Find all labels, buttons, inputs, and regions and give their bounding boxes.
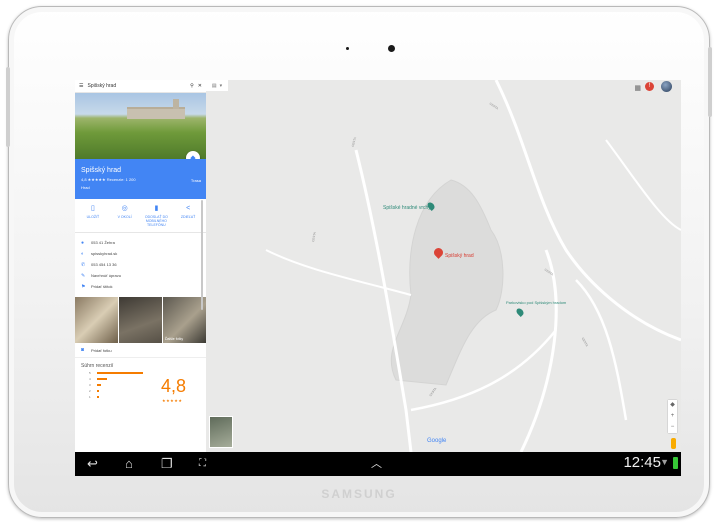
notifications-icon[interactable]: ! (645, 82, 654, 91)
photo-thumbnail[interactable] (75, 297, 118, 343)
add-label-text: Pridať štítok (91, 284, 113, 289)
compass-icon[interactable]: ◆ (668, 400, 677, 411)
home-icon[interactable]: ⌂ (125, 456, 133, 472)
brand-label: SAMSUNG (321, 487, 397, 501)
tablet-screen: ☰ Spišský hrad ⚲ ✕ ◆ Spišský hrad 4,8 ★★… (75, 80, 681, 476)
save-button[interactable]: ▯ ULOŽIŤ (79, 205, 107, 227)
apps-grid-icon[interactable]: ▦ (634, 84, 641, 92)
recent-apps-icon[interactable]: ❐ (161, 456, 173, 472)
search-bar[interactable]: ☰ Spišský hrad ⚲ ✕ (75, 80, 206, 93)
google-logo: Google (427, 438, 447, 444)
bookmark-icon: ▯ (90, 205, 95, 212)
back-icon[interactable]: ↩ (87, 456, 98, 472)
zoom-out-button[interactable]: − (668, 422, 677, 433)
camera-sensor (346, 47, 349, 50)
place-header: Spišský hrad 4,8 ★★★★★ Recenzie: 1 200 H… (75, 159, 206, 199)
front-camera (388, 45, 395, 52)
address-row[interactable]: ● 053 41 Žehra (75, 237, 206, 248)
panel-scrollbar[interactable] (201, 200, 203, 310)
castle-map-label[interactable]: Spišský hrad (445, 253, 474, 259)
search-input[interactable]: Spišský hrad (87, 83, 186, 89)
send-to-phone-label: ODOSLAŤ DO MOBILNÉHO TELEFÓNU (144, 215, 168, 227)
battery-icon (673, 457, 678, 469)
street-view-thumbnail[interactable] (209, 416, 233, 448)
rating-bar-3 (97, 384, 101, 386)
map-layers-button[interactable]: ▤ ▾ (206, 80, 228, 91)
search-icon[interactable]: ⚲ (190, 83, 194, 89)
system-navigation-bar: ↩ ⌂ ❐ ⛶ ︿ 12:45 ▼ (75, 452, 681, 476)
wifi-icon: ▼ (660, 457, 669, 467)
screenshot-icon[interactable]: ⛶ (199, 456, 206, 472)
photo-strip: Ďalšie fotky (75, 297, 206, 343)
place-info-list: ● 053 41 Žehra ◐ spisskyhrad.sk ✆ 053 45… (75, 233, 206, 294)
share-button[interactable]: < ZDIEĽAŤ (174, 205, 202, 227)
parking-label[interactable]: Parkovisko pod Spišským hradom (506, 300, 576, 305)
bar-label-4: 4 (89, 377, 91, 381)
chevron-up-icon[interactable]: ︿ (371, 456, 382, 472)
reviews-heading: Súhrn recenzií (81, 363, 114, 369)
edit-icon: ✎ (81, 272, 86, 279)
suggest-edit-row[interactable]: ✎ Navrhnúť úpravu (75, 270, 206, 281)
location-icon: ● (81, 239, 85, 246)
chevron-down-icon: ▾ (219, 82, 223, 89)
bar-label-1: 1 (89, 395, 91, 399)
phone-icon: ✆ (81, 261, 86, 268)
website-row[interactable]: ◐ spisskyhrad.sk (75, 248, 206, 259)
suggest-edit-text: Navrhnúť úpravu (91, 273, 121, 278)
rating-bar-4 (97, 378, 107, 380)
nearby-label: V OKOLÍ (117, 215, 132, 219)
website-text: spisskyhrad.sk (91, 251, 118, 256)
zoom-in-button[interactable]: + (668, 411, 677, 422)
account-avatar[interactable] (661, 81, 672, 92)
place-name: Spišský hrad (81, 167, 122, 174)
side-button-left (6, 67, 10, 147)
action-row: ▯ ULOŽIŤ ◎ V OKOLÍ ▮ ODOSLAŤ DO MOBILNÉH… (75, 199, 206, 233)
zoom-controls: ◆ + − (668, 400, 677, 433)
rating-bar-1 (97, 396, 99, 398)
nearby-icon: ◎ (121, 205, 128, 212)
web-icon: ◐ (81, 250, 85, 257)
place-rating-line[interactable]: 4,8 ★★★★★ Recenzie: 1 200 (81, 177, 200, 182)
address-text: 053 41 Žehra (91, 240, 115, 245)
layers-icon: ▤ (211, 82, 217, 89)
rating-bar-2 (97, 390, 99, 392)
phone-icon: ▮ (154, 205, 159, 212)
photo-thumbnail[interactable] (119, 297, 162, 343)
tablet-device: SAMSUNG ☰ Spišský hrad ⚲ ✕ ◆ Spišský hra… (6, 6, 712, 518)
reviews-summary: 5 4 3 2 1 4,8 ★★★★★ (75, 371, 206, 411)
add-photo-row[interactable]: ◙ Pridať fotku (75, 343, 206, 358)
average-rating: 4,8 (161, 376, 187, 396)
phone-text: 053 454 13 36 (91, 262, 117, 267)
share-icon: < (186, 205, 191, 212)
bar-label-5: 5 (89, 371, 91, 375)
more-photos-thumbnail[interactable]: Ďalšie fotky (163, 297, 206, 343)
pegman-icon[interactable] (671, 438, 676, 449)
bar-label-2: 2 (89, 389, 91, 393)
more-photos-caption: Ďalšie fotky (165, 337, 184, 341)
send-to-phone-button[interactable]: ▮ ODOSLAŤ DO MOBILNÉHO TELEFÓNU (142, 205, 170, 227)
clock: 12:45 (623, 454, 661, 471)
place-hero-photo[interactable]: ◆ (75, 93, 206, 165)
viewpoint-label[interactable]: Spišské hradné vrchy (383, 205, 431, 211)
place-panel: ☰ Spišský hrad ⚲ ✕ ◆ Spišský hrad 4,8 ★★… (75, 80, 207, 452)
flag-icon: ⚑ (81, 283, 86, 290)
add-label-row[interactable]: ⚑ Pridať štítok (75, 281, 206, 292)
menu-icon[interactable]: ☰ (79, 83, 83, 89)
place-type[interactable]: Hrad (81, 185, 200, 190)
castle-image-tower (173, 99, 179, 109)
share-label: ZDIEĽAŤ (180, 215, 196, 219)
nearby-button[interactable]: ◎ V OKOLÍ (111, 205, 139, 227)
save-label: ULOŽIŤ (86, 215, 100, 219)
bar-label-3: 3 (89, 383, 91, 387)
map-canvas[interactable]: ▤ ▾ CESTA CESTA CESTA CESTA CESTA CESTA … (206, 80, 681, 452)
side-button-right (708, 47, 712, 117)
rating-stars: ★★★★★ (162, 398, 183, 403)
add-photo-label: Pridať fotku (91, 347, 112, 353)
close-icon[interactable]: ✕ (198, 83, 202, 89)
directions-label: Trasa (190, 178, 201, 183)
rating-bar-5 (97, 372, 143, 374)
phone-row[interactable]: ✆ 053 454 13 36 (75, 259, 206, 270)
camera-icon: ◙ (81, 347, 85, 353)
map-roads (265, 80, 681, 452)
